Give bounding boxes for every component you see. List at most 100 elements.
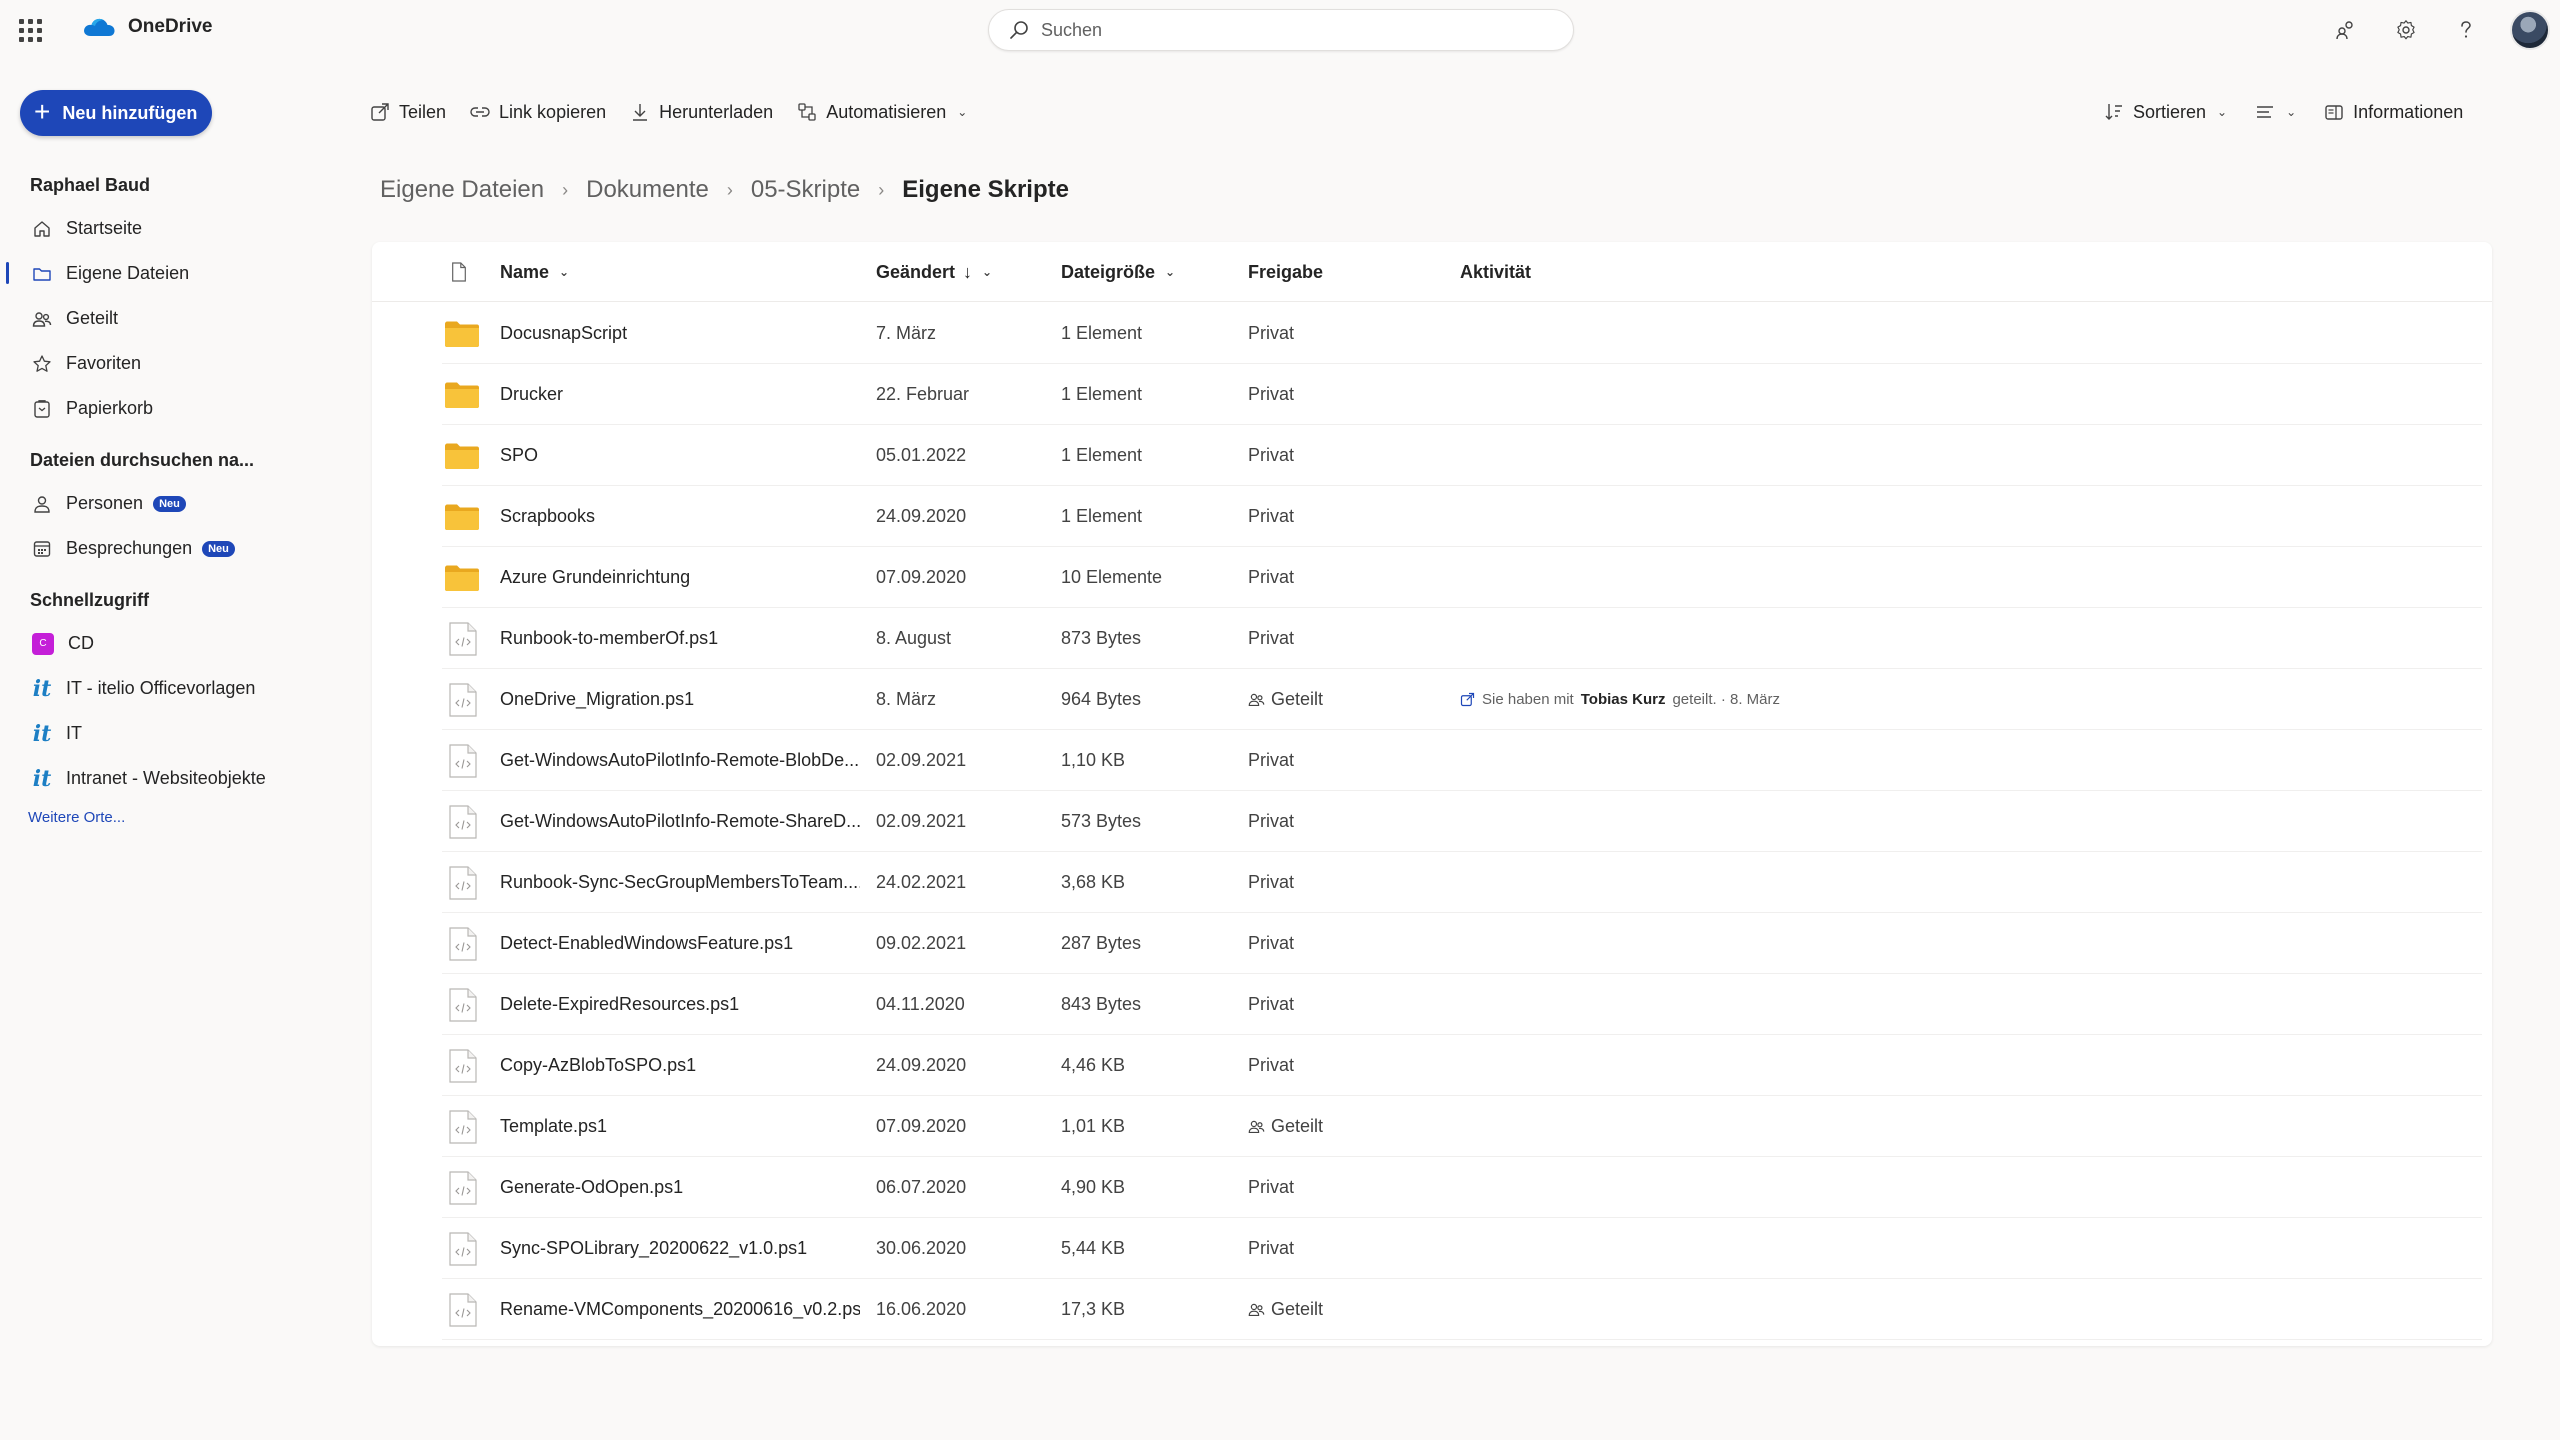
file-type-header[interactable] <box>450 242 468 302</box>
file-name[interactable]: Copy-AzBlobToSPO.ps1 <box>500 1035 860 1096</box>
chevron-down-icon: ⌄ <box>2286 105 2297 119</box>
person-icon <box>34 495 50 513</box>
file-row[interactable]: Get-WindowsAutoPilotInfo-Remote-ShareD..… <box>372 791 2492 852</box>
file-name[interactable]: Scrapbooks <box>500 486 860 547</box>
sidebar-item-recycle-bin[interactable]: Papierkorb <box>0 386 340 431</box>
file-sharing: Privat <box>1248 852 1294 913</box>
file-modified: 16.06.2020 <box>876 1299 967 1319</box>
file-modified: 24.09.2020 <box>876 1055 967 1075</box>
breadcrumb-item[interactable]: Eigene Dateien <box>380 176 544 204</box>
file-size: 5,44 KB <box>1061 1238 1126 1258</box>
activity-person[interactable]: Tobias Kurz <box>1581 691 1666 708</box>
file-sharing[interactable]: Geteilt <box>1248 1279 1323 1340</box>
sidebar-item-people[interactable]: Personen Neu <box>0 481 340 526</box>
script-file-icon <box>449 804 477 839</box>
file-row[interactable]: Delete-ExpiredResources.ps1 04.11.2020 843… <box>372 974 2492 1035</box>
chevron-down-icon: ⌄ <box>559 265 570 279</box>
file-row[interactable]: Runbook-to-memberOf.ps1 8. August 873 Byte… <box>372 608 2492 669</box>
sidebar-item-my-files[interactable]: Eigene Dateien <box>0 251 340 296</box>
file-row[interactable]: OneDrive_Migration.ps1 8. März 964 Bytes Ge… <box>372 669 2492 730</box>
file-name[interactable]: Generate-OdOpen.ps1 <box>500 1157 860 1218</box>
file-row[interactable]: Rename-VMComponents_20200616_v0.2.ps1 16.… <box>372 1279 2492 1340</box>
column-header-activity[interactable]: Aktivität <box>1460 242 1531 302</box>
automate-button[interactable]: Automatisieren ⌄ <box>797 102 967 123</box>
sidebar-item-home[interactable]: Startseite <box>0 206 340 251</box>
app-launcher-icon[interactable] <box>16 16 42 42</box>
file-sharing: Privat <box>1248 303 1294 364</box>
quick-item-it-officevorlagen[interactable]: it IT - itelio Officevorlagen <box>0 666 340 711</box>
settings-gear-icon[interactable] <box>2376 10 2436 50</box>
view-options-button[interactable]: ⌄ <box>2255 102 2296 122</box>
file-size: 1,01 KB <box>1061 1116 1126 1136</box>
file-row[interactable]: Template.ps1 07.09.2020 1,01 KB Geteilt <box>372 1096 2492 1157</box>
file-name[interactable]: Runbook-to-memberOf.ps1 <box>500 608 860 669</box>
column-header-sharing[interactable]: Freigabe <box>1248 242 1323 302</box>
file-modified: 22. Februar <box>876 384 970 404</box>
breadcrumb-item[interactable]: Dokumente <box>586 176 709 204</box>
sidebar-item-meetings[interactable]: Besprechungen Neu <box>0 526 340 571</box>
search-input[interactable] <box>1041 19 1521 41</box>
breadcrumb-item[interactable]: 05-Skripte <box>751 176 860 204</box>
folder-row[interactable]: Azure Grundeinrichtung 07.09.2020 10 Eleme… <box>372 547 2492 608</box>
file-name[interactable]: Template.ps1 <box>500 1096 860 1157</box>
file-name[interactable]: Get-WindowsAutoPilotInfo-Remote-ShareD..… <box>500 791 860 852</box>
file-sharing[interactable]: Geteilt <box>1248 1096 1323 1157</box>
file-row[interactable]: Generate-OdOpen.ps1 06.07.2020 4,90 KB Priv… <box>372 1157 2492 1218</box>
app-title: OneDrive <box>128 16 213 37</box>
file-sharing: Privat <box>1248 730 1294 791</box>
file-name[interactable]: Delete-ExpiredResources.ps1 <box>500 974 860 1035</box>
info-pane-icon <box>2325 105 2343 120</box>
row-icon <box>444 852 478 913</box>
file-name[interactable]: DocusnapScript <box>500 303 860 364</box>
info-button[interactable]: Informationen <box>2324 102 2463 123</box>
column-header-name[interactable]: Name ⌄ <box>500 242 569 302</box>
column-header-size[interactable]: Dateigröße ⌄ <box>1061 242 1175 302</box>
more-places-link[interactable]: Weitere Orte... <box>0 801 340 835</box>
help-icon[interactable] <box>2436 10 2496 50</box>
file-sharing: Privat <box>1248 547 1294 608</box>
share-button[interactable]: Teilen <box>370 102 446 123</box>
share-feedback-icon[interactable] <box>2316 10 2376 50</box>
file-name[interactable]: OneDrive_Migration.ps1 <box>500 669 860 730</box>
sort-button[interactable]: Sortieren ⌄ <box>2104 102 2227 123</box>
column-header-modified[interactable]: Geändert ↓ ⌄ <box>876 242 992 302</box>
brand[interactable]: OneDrive <box>82 16 212 38</box>
file-name[interactable]: Rename-VMComponents_20200616_v0.2.ps1 <box>500 1279 860 1340</box>
file-name[interactable]: SPO <box>500 425 860 486</box>
folder-row[interactable]: Drucker 22. Februar 1 Element Privat <box>372 364 2492 425</box>
sharing-status: Privat <box>1248 872 1295 892</box>
user-avatar[interactable] <box>2510 10 2550 50</box>
sharing-status: Privat <box>1248 567 1295 587</box>
folder-row[interactable]: Scrapbooks 24.09.2020 1 Element Privat <box>372 486 2492 547</box>
file-name[interactable]: Detect-EnabledWindowsFeature.ps1 <box>500 913 860 974</box>
file-modified: 07.09.2020 <box>876 1116 967 1136</box>
script-file-icon <box>449 926 477 961</box>
download-button[interactable]: Herunterladen <box>630 102 773 123</box>
file-name[interactable]: Azure Grundeinrichtung <box>500 547 860 608</box>
folder-row[interactable]: SPO 05.01.2022 1 Element Privat <box>372 425 2492 486</box>
file-name[interactable]: Get-WindowsAutoPilotInfo-Remote-BlobDe..… <box>500 730 860 791</box>
row-icon <box>444 1218 478 1279</box>
quick-item-label: Intranet - Websiteobjekte <box>66 768 266 788</box>
quick-item-intranet[interactable]: it Intranet - Websiteobjekte <box>0 756 340 801</box>
file-size: 1,10 KB <box>1061 750 1126 770</box>
file-name[interactable]: Sync-SPOLibrary_20200622_v1.0.ps1 <box>500 1218 860 1279</box>
search-box[interactable] <box>988 9 1574 51</box>
file-row[interactable]: Detect-EnabledWindowsFeature.ps1 09.02.20… <box>372 913 2492 974</box>
file-sharing: Privat <box>1248 608 1294 669</box>
row-icon <box>444 1157 478 1218</box>
folder-row[interactable]: DocusnapScript 7. März 1 Element Privat <box>372 303 2492 364</box>
file-name[interactable]: Drucker <box>500 364 860 425</box>
new-add-button[interactable]: + Neu hinzufügen <box>20 90 212 136</box>
file-row[interactable]: Sync-SPOLibrary_20200622_v1.0.ps1 30.06.2… <box>372 1218 2492 1279</box>
quick-item-cd[interactable]: C CD <box>0 621 340 666</box>
file-row[interactable]: Get-WindowsAutoPilotInfo-Remote-BlobDe..… <box>372 730 2492 791</box>
file-row[interactable]: Runbook-Sync-SecGroupMembersToTeam.... 24… <box>372 852 2492 913</box>
sidebar-item-favorites[interactable]: Favoriten <box>0 341 340 386</box>
file-row[interactable]: Copy-AzBlobToSPO.ps1 24.09.2020 4,46 KB Pri… <box>372 1035 2492 1096</box>
copy-link-button[interactable]: Link kopieren <box>470 102 606 123</box>
file-sharing[interactable]: Geteilt <box>1248 669 1323 730</box>
file-name[interactable]: Runbook-Sync-SecGroupMembersToTeam.... <box>500 852 860 913</box>
sidebar-item-shared[interactable]: Geteilt <box>0 296 340 341</box>
quick-item-it[interactable]: it IT <box>0 711 340 756</box>
